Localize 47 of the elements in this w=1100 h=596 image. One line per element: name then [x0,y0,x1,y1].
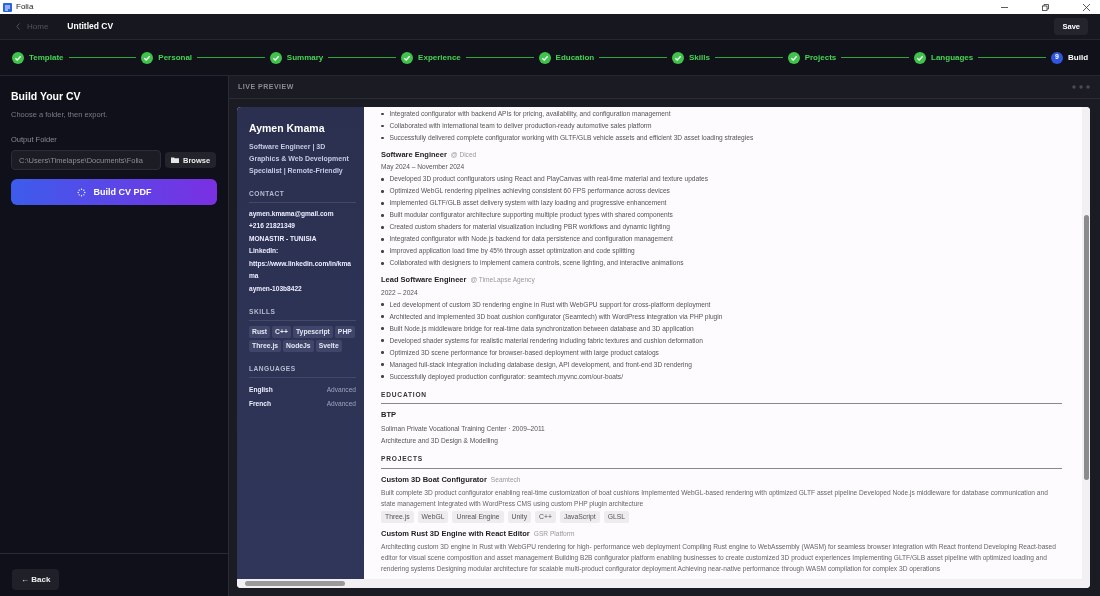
bullet-icon [381,238,384,241]
bullet-icon [381,124,384,128]
vertical-scrollbar[interactable] [1082,107,1090,579]
step-tab[interactable]: Projects [787,51,837,64]
check-icon [401,51,414,64]
restore-icon[interactable] [1042,3,1049,11]
build-pdf-button[interactable]: Build CV PDF [11,179,217,206]
bullet-icon [381,226,384,229]
bullet-icon [381,250,384,253]
step-tab[interactable]: Template [12,51,64,64]
check-icon [269,51,282,64]
folder-icon [171,157,179,164]
bullet-icon [381,190,384,193]
horizontal-scrollbar[interactable] [237,579,1090,588]
bullet-icon [381,178,384,181]
step-tab[interactable]: Education [538,51,595,64]
bullet-icon [381,303,384,306]
bullet-icon [381,327,384,330]
panel-title: Build Your CV [11,89,82,104]
bullet-icon [381,262,384,265]
bullet-icon [381,351,384,354]
bullet-icon [381,375,384,378]
check-icon [914,51,926,64]
bullet-icon [381,136,384,140]
loader-icon [76,187,86,197]
close-icon[interactable] [1083,3,1090,11]
bullet-icon [381,202,384,205]
window-title: Folia [16,1,34,13]
back-button[interactable]: ← Back [12,569,60,590]
bullet-icon [381,112,384,116]
check-icon [538,51,551,64]
check-icon [787,51,800,64]
bullet-icon [381,363,384,366]
step-tab[interactable]: Summary [269,51,324,64]
step-tab[interactable]: Skills [672,51,710,64]
check-icon [12,51,24,64]
chevron-left-icon [16,23,20,30]
bullet-icon [381,339,384,342]
bullet-icon [381,214,384,217]
step-tab[interactable]: Experience [401,51,461,64]
check-icon [141,51,154,64]
cv-name: Aymen Kmama [249,121,326,136]
step-tab[interactable]: Personal [141,51,193,64]
document-title: Untitled CV [67,20,114,33]
step-tab[interactable]: Languages [914,51,974,64]
bullet-icon [381,315,384,318]
check-icon [672,51,684,64]
